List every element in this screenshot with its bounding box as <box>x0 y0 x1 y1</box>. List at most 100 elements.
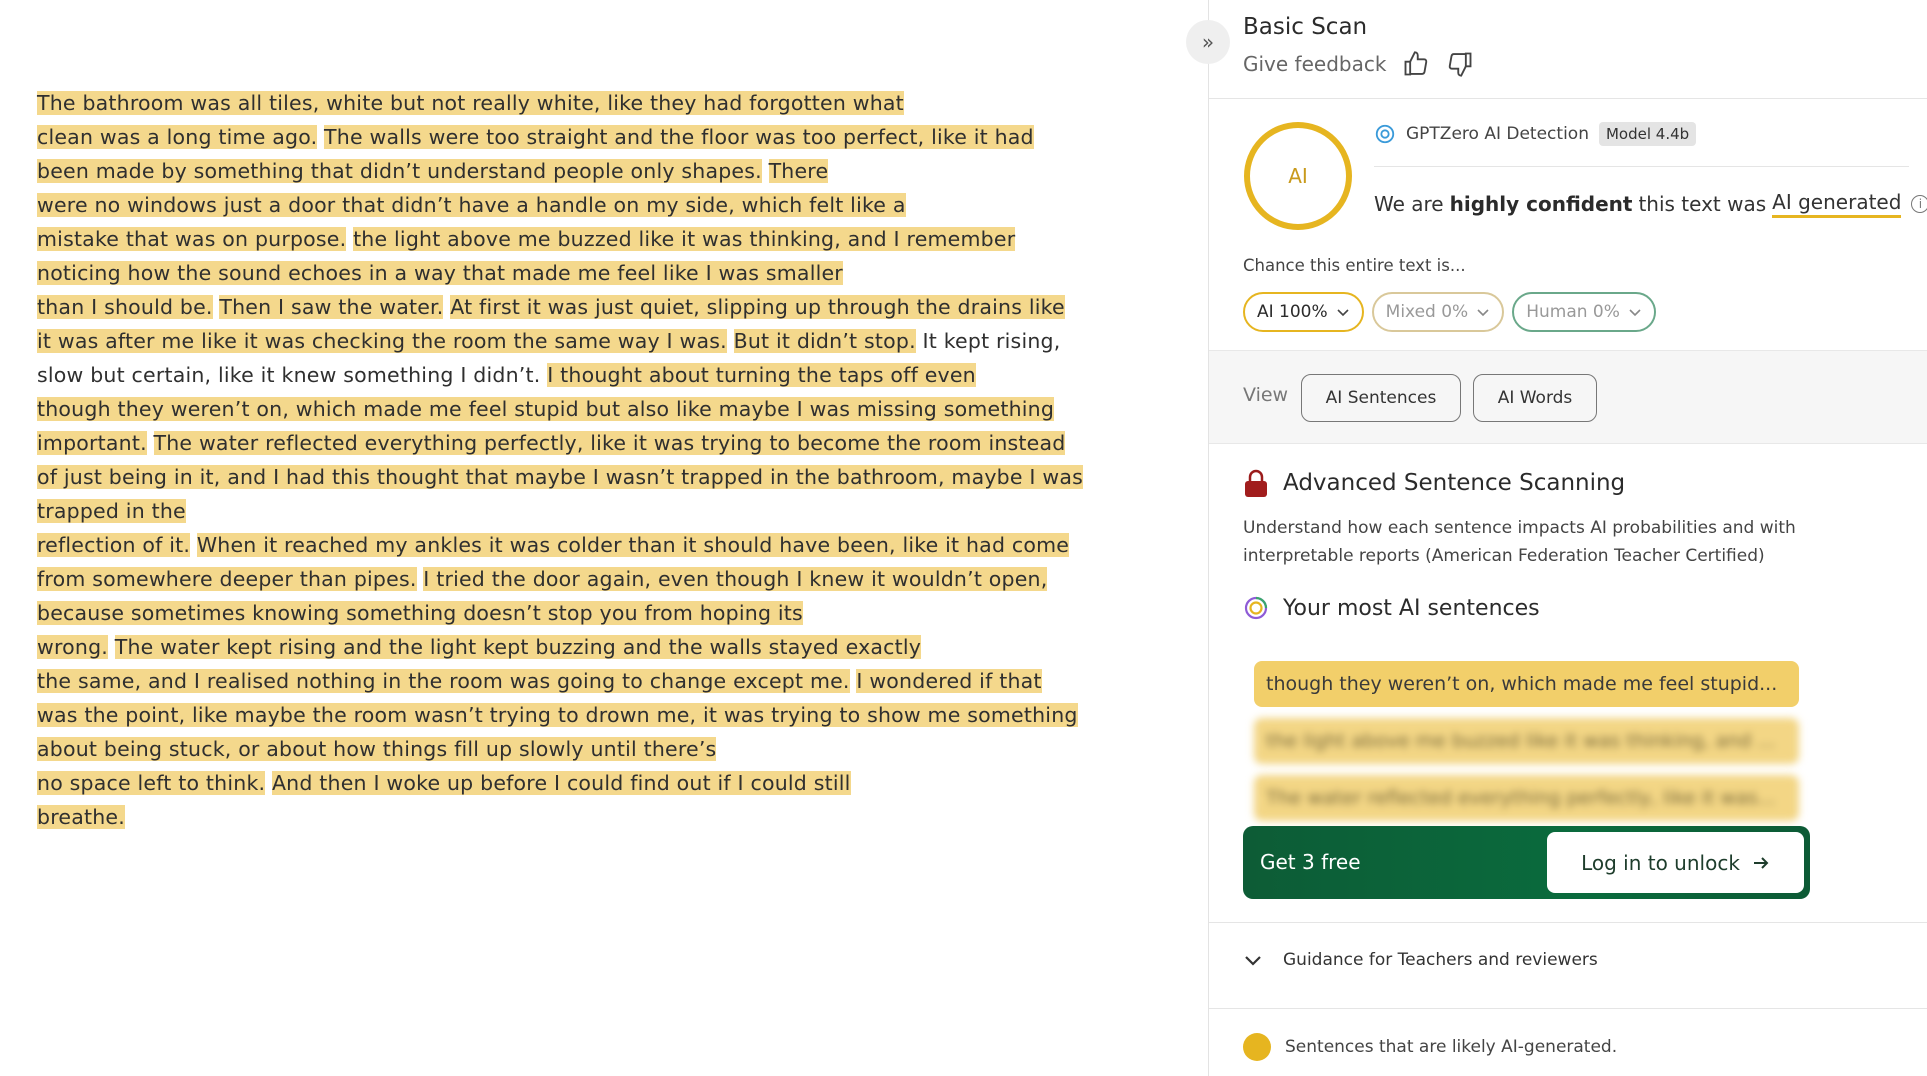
top-ai-sentence-1[interactable]: though they weren’t on, which made me fe… <box>1254 661 1799 707</box>
login-unlock-label: Log in to unlock <box>1581 850 1740 875</box>
ai-highlighted-segment[interactable]: mistake that was on purpose. <box>37 227 347 251</box>
ai-legend-dot <box>1243 1033 1271 1061</box>
ai-highlighted-segment[interactable]: reflection of it. <box>37 533 191 557</box>
chevron-down-icon <box>1245 956 1261 966</box>
document-line: than I should be. Then I saw the water. … <box>37 290 1065 324</box>
ai-highlighted-segment[interactable]: At first it was just quiet, slipping up … <box>450 295 1065 319</box>
ai-highlighted-segment[interactable]: The water kept rising and the light kept… <box>114 635 922 659</box>
advanced-title: Advanced Sentence Scanning <box>1283 470 1626 496</box>
view-label: View <box>1243 384 1289 406</box>
legend-separator <box>1209 1008 1927 1009</box>
ai-score-ring: AI <box>1244 122 1352 230</box>
top-ai-sentence-2: the light above me buzzed like it was th… <box>1254 718 1799 764</box>
verdict-text: We are highly confident this text was AI… <box>1374 190 1927 218</box>
ai-highlighted-segment[interactable]: And then I woke up before I could find o… <box>271 771 851 795</box>
document-line: wrong. The water kept rising and the lig… <box>37 630 1017 664</box>
gptzero-logo-icon <box>1375 124 1395 144</box>
document-line: been made by something that didn’t under… <box>37 154 1017 188</box>
verdict-prefix: We are <box>1374 192 1444 216</box>
ai-highlighted-segment[interactable]: it was after me like it was checking the… <box>37 329 727 353</box>
login-unlock-button[interactable]: Log in to unlock <box>1547 832 1804 893</box>
ai-highlighted-segment[interactable]: I thought about turning the taps off eve… <box>547 363 976 387</box>
mixed-probability-pill[interactable]: Mixed 0% <box>1371 292 1505 332</box>
view-toolbar: View AI Sentences AI Words <box>1209 350 1927 444</box>
ai-highlighted-segment[interactable]: trapped in the <box>37 499 186 523</box>
scan-panel: Basic Scan Give feedback AI GPTZero AI D… <box>1209 0 1927 1076</box>
unlock-banner: Get 3 free Log in to unlock <box>1243 826 1810 899</box>
ai-highlighted-segment[interactable]: of just being in it, and I had this thou… <box>37 465 1083 489</box>
document-line: noticing how the sound echoes in a way t… <box>37 256 1017 290</box>
score-label: AI <box>1288 164 1308 188</box>
document-line: clean was a long time ago. The walls wer… <box>37 120 1034 154</box>
mixed-probability-text: Mixed 0% <box>1385 302 1469 322</box>
ai-highlighted-segment[interactable]: from somewhere deeper than pipes. <box>37 567 417 591</box>
text-segment <box>265 771 272 795</box>
ai-highlighted-segment[interactable]: the same, and I realised nothing in the … <box>37 669 850 693</box>
ai-highlighted-segment[interactable]: been made by something that didn’t under… <box>37 159 762 183</box>
arrow-right-icon <box>1753 856 1769 869</box>
human-probability-pill[interactable]: Human 0% <box>1512 292 1656 332</box>
ai-highlighted-segment[interactable]: But it didn’t stop. <box>733 329 916 353</box>
ai-highlighted-segment[interactable]: were no windows just a door that didn’t … <box>37 193 906 217</box>
document-line: the same, and I realised nothing in the … <box>37 664 1042 698</box>
info-icon[interactable]: i <box>1911 195 1927 213</box>
ai-highlighted-segment[interactable]: The walls were too straight and the floo… <box>324 125 1034 149</box>
ai-highlighted-segment[interactable]: though they weren’t on, which made me fe… <box>37 397 1055 421</box>
text-segment: slow but certain, like it knew something… <box>37 363 548 387</box>
text-segment <box>147 431 154 455</box>
thumbs-down-icon[interactable] <box>1446 50 1474 78</box>
top-ai-sentence-3: The water reflected everything perfectly… <box>1254 775 1799 821</box>
feedback-row: Give feedback <box>1243 50 1474 78</box>
guidance-separator <box>1209 922 1927 923</box>
ai-highlighted-segment[interactable]: I wondered if that <box>856 669 1042 693</box>
document-line: reflection of it. When it reached my ank… <box>37 528 1070 562</box>
ai-probability-pill[interactable]: AI 100% <box>1243 292 1364 332</box>
ai-highlighted-segment[interactable]: than I should be. <box>37 295 213 319</box>
document-line: were no windows just a door that didn’t … <box>37 188 1017 222</box>
most-ai-title: Your most AI sentences <box>1283 595 1540 621</box>
ai-highlighted-segment[interactable]: clean was a long time ago. <box>37 125 318 149</box>
ai-highlighted-segment[interactable]: because sometimes knowing something does… <box>37 601 803 625</box>
document-line: breathe. <box>37 800 1017 834</box>
verdict-result: AI generated <box>1772 190 1902 218</box>
chevron-down-icon <box>1477 309 1489 317</box>
detector-row: GPTZero AI Detection Model 4.4b <box>1374 122 1697 146</box>
text-segment <box>108 635 115 659</box>
document-line: was the point, like maybe the room wasn’… <box>37 698 1078 732</box>
ai-highlighted-segment[interactable]: about being stuck, or about how things f… <box>37 737 717 761</box>
ai-highlighted-segment[interactable]: breathe. <box>37 805 125 829</box>
document-line: about being stuck, or about how things f… <box>37 732 1017 766</box>
ai-highlighted-segment[interactable]: When it reached my ankles it was colder … <box>196 533 1070 557</box>
ai-highlighted-segment[interactable]: the light above me buzzed like it was th… <box>353 227 1016 251</box>
document-line: it was after me like it was checking the… <box>37 324 1060 358</box>
document-line: important. The water reflected everythin… <box>37 426 1066 460</box>
ai-highlighted-segment[interactable]: wrong. <box>37 635 109 659</box>
get-free-label: Get 3 free <box>1260 850 1361 874</box>
legend-row: Sentences that are likely AI-generated. <box>1243 1033 1617 1061</box>
ai-highlighted-segment[interactable]: I tried the door again, even though I kn… <box>423 567 1048 591</box>
chevron-down-icon <box>1337 309 1349 317</box>
chevron-down-icon <box>1629 309 1641 317</box>
document-line: of just being in it, and I had this thou… <box>37 460 1083 494</box>
document-line: no space left to think. And then I woke … <box>37 766 1017 800</box>
feedback-label: Give feedback <box>1243 52 1387 76</box>
ai-words-button[interactable]: AI Words <box>1473 374 1597 422</box>
ai-sentences-button[interactable]: AI Sentences <box>1301 374 1461 422</box>
ai-highlighted-segment[interactable]: The bathroom was all tiles, white but no… <box>37 91 904 115</box>
ai-highlighted-segment[interactable]: Then I saw the water. <box>219 295 444 319</box>
ai-highlighted-segment[interactable]: The water reflected everything perfectly… <box>153 431 1066 455</box>
guidance-toggle[interactable]: Guidance for Teachers and reviewers <box>1243 950 1598 970</box>
most-ai-header: Your most AI sentences <box>1243 595 1540 621</box>
ai-highlighted-segment[interactable]: important. <box>37 431 147 455</box>
ai-highlighted-segment[interactable]: was the point, like maybe the room wasn’… <box>37 703 1078 727</box>
ai-highlighted-segment[interactable]: There <box>768 159 829 183</box>
guidance-label: Guidance for Teachers and reviewers <box>1283 950 1598 970</box>
model-badge: Model 4.4b <box>1598 122 1697 146</box>
verdict-strong: highly confident <box>1449 192 1633 216</box>
document-line: from somewhere deeper than pipes. I trie… <box>37 562 1048 596</box>
ai-highlighted-segment[interactable]: noticing how the sound echoes in a way t… <box>37 261 843 285</box>
thumbs-up-icon[interactable] <box>1402 50 1430 78</box>
document-line: The bathroom was all tiles, white but no… <box>37 86 1017 120</box>
ai-highlighted-segment[interactable]: no space left to think. <box>37 771 266 795</box>
text-segment: It kept rising, <box>915 329 1061 353</box>
